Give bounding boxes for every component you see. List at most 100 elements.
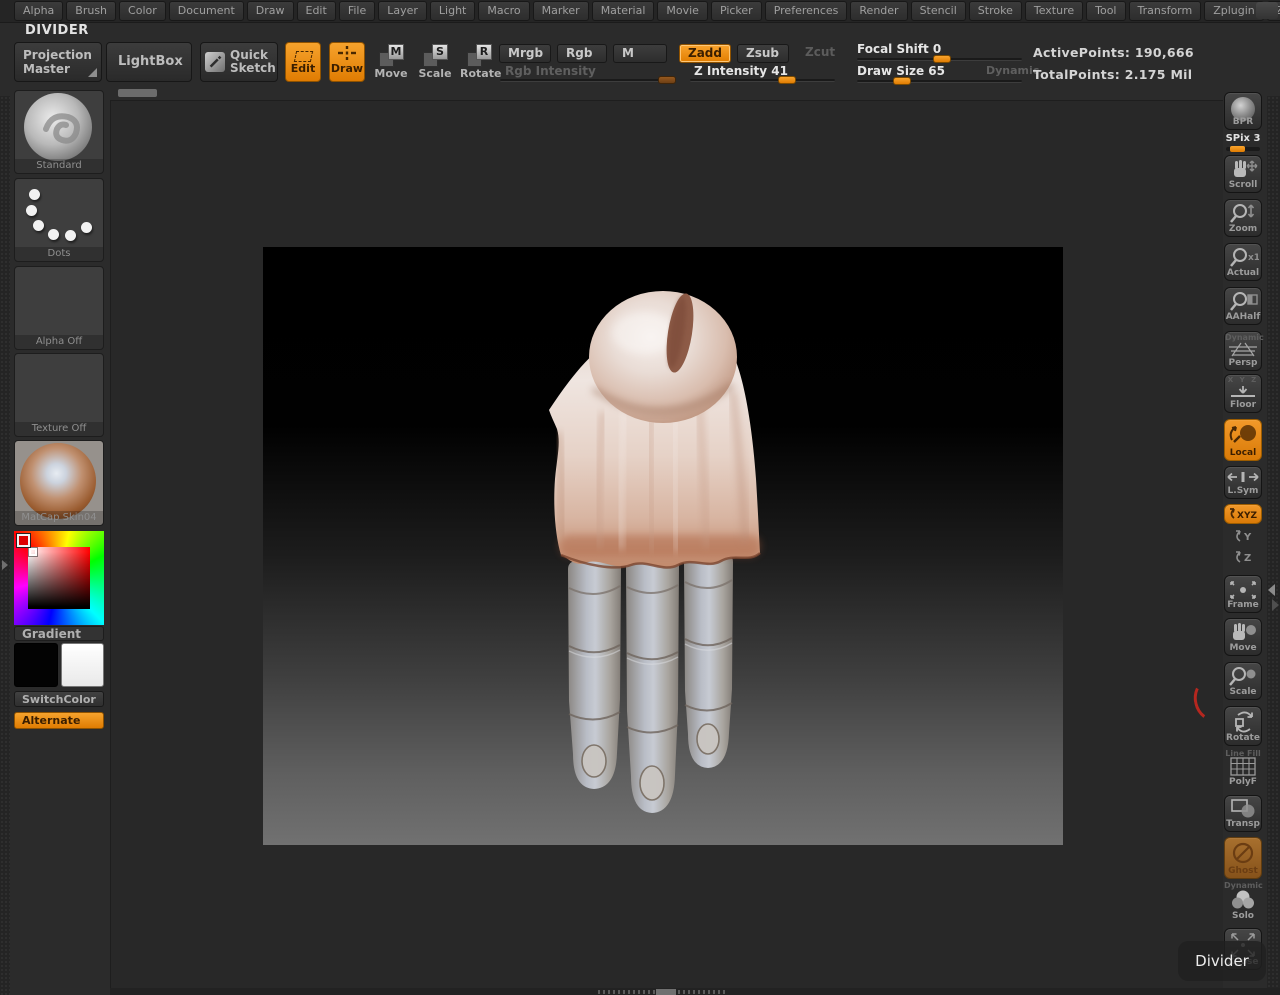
menu-render[interactable]: Render xyxy=(850,1,907,21)
alternate-button[interactable]: Alternate xyxy=(14,712,104,729)
menu-stroke[interactable]: Stroke xyxy=(969,1,1022,21)
menu-picker[interactable]: Picker xyxy=(711,1,762,21)
rotate-label: Rotate xyxy=(460,67,498,80)
m-toggle[interactable]: M xyxy=(613,44,667,63)
z-intensity-label: Z Intensity 41 xyxy=(694,64,788,78)
tray-expand-arrow-icon[interactable] xyxy=(1272,599,1279,611)
lsym-button[interactable]: L.Sym xyxy=(1224,466,1262,499)
menu-color[interactable]: Color xyxy=(119,1,166,21)
stroke-selector[interactable]: Dots xyxy=(14,178,104,262)
alpha-selector[interactable]: Alpha Off xyxy=(14,266,104,350)
rotate-z-button[interactable]: Z xyxy=(1224,549,1262,567)
active-points-readout: ActivePoints: 190,666 xyxy=(1033,45,1194,60)
spix-slider-thumb[interactable] xyxy=(1230,146,1245,152)
ghost-icon xyxy=(1229,840,1257,866)
zoom-button[interactable]: Zoom xyxy=(1224,199,1262,237)
spix-label: SPix 3 xyxy=(1224,133,1262,144)
move-mode-button[interactable]: M Move xyxy=(372,44,410,82)
tray-collapse-arrow-icon[interactable] xyxy=(1268,584,1275,596)
menu-alpha[interactable]: Alpha xyxy=(14,1,63,21)
transparency-button[interactable]: Transp xyxy=(1224,795,1262,832)
edit-mode-button[interactable]: Edit xyxy=(285,42,321,82)
rotate-3d-button[interactable]: Rotate xyxy=(1224,706,1262,746)
color-picker-sv-box[interactable] xyxy=(28,547,90,609)
mrgb-toggle[interactable]: Mrgb xyxy=(499,44,551,63)
texture-selector[interactable]: Texture Off xyxy=(14,353,104,437)
menu-zplugin[interactable]: Zplugin xyxy=(1204,1,1264,21)
scroll-button[interactable]: Scroll xyxy=(1224,155,1262,193)
move-3d-button[interactable]: Move xyxy=(1224,618,1262,656)
rgb-intensity-thumb[interactable] xyxy=(658,76,676,84)
frame-button[interactable]: Frame xyxy=(1224,575,1262,613)
bottom-scrollbar-thumb[interactable] xyxy=(656,989,676,995)
rotate-mode-button[interactable]: R Rotate xyxy=(460,44,498,82)
rotate-xyz-button[interactable]: XYZ xyxy=(1224,504,1262,524)
solo-label: Solo xyxy=(1224,911,1262,921)
zsub-toggle[interactable]: Zsub xyxy=(737,44,789,63)
menu-preferences[interactable]: Preferences xyxy=(765,1,848,21)
menu-macro[interactable]: Macro xyxy=(478,1,529,21)
polyframe-button[interactable]: PolyF xyxy=(1224,757,1262,791)
rotate-icon: R xyxy=(466,44,492,67)
left-tray-divider[interactable] xyxy=(0,96,10,995)
solo-button[interactable]: Solo xyxy=(1224,889,1262,923)
persp-button[interactable]: Dynamic Persp xyxy=(1224,331,1262,371)
bpr-render-button[interactable]: BPR xyxy=(1224,92,1262,130)
spix-slider[interactable] xyxy=(1226,147,1260,151)
brush-selector[interactable]: Standard xyxy=(14,90,104,174)
rotate-y-button[interactable]: Y xyxy=(1224,528,1262,546)
aahalf-button[interactable]: AAHalf xyxy=(1224,287,1262,325)
zadd-toggle[interactable]: Zadd xyxy=(679,44,731,63)
right-tray-divider[interactable] xyxy=(1267,96,1280,995)
draw-size-thumb[interactable] xyxy=(893,77,911,85)
scale-3d-label: Scale xyxy=(1225,687,1261,697)
menu-draw[interactable]: Draw xyxy=(247,1,294,21)
draw-mode-button[interactable]: Draw xyxy=(329,42,365,82)
zcut-toggle[interactable]: Zcut xyxy=(797,44,841,63)
scale-mode-button[interactable]: S Scale xyxy=(416,44,454,82)
marquee-icon xyxy=(293,51,312,62)
material-selector[interactable]: MatCap Skin04 xyxy=(14,440,104,526)
hand-move-icon xyxy=(1227,621,1259,645)
menu-material[interactable]: Material xyxy=(592,1,655,21)
gradient-toggle[interactable]: Gradient xyxy=(14,626,104,641)
local-button[interactable]: Local xyxy=(1224,419,1262,461)
menu-brush[interactable]: Brush xyxy=(66,1,116,21)
floor-label: Floor xyxy=(1225,400,1261,410)
switch-color-button[interactable]: SwitchColor xyxy=(14,691,104,707)
draw-size-slider[interactable] xyxy=(857,80,1022,83)
menu-tool[interactable]: Tool xyxy=(1086,1,1125,21)
quick-sketch-button[interactable]: Quick Sketch xyxy=(200,42,278,82)
actual-size-button[interactable]: x1 Actual xyxy=(1224,243,1262,281)
menu-stencil[interactable]: Stencil xyxy=(911,1,966,21)
z-intensity-thumb[interactable] xyxy=(778,76,796,84)
scale-3d-button[interactable]: Scale xyxy=(1224,662,1262,700)
menu-marker[interactable]: Marker xyxy=(533,1,589,21)
main-color-swatch[interactable] xyxy=(14,643,58,687)
focal-shift-thumb[interactable] xyxy=(933,55,951,63)
menu-edit[interactable]: Edit xyxy=(297,1,336,21)
floor-button[interactable]: X Y Z Floor xyxy=(1224,374,1262,413)
menu-transform[interactable]: Transform xyxy=(1129,1,1202,21)
menu-layer[interactable]: Layer xyxy=(378,1,427,21)
dynamic-draw-size-label: Dynamic xyxy=(986,64,1039,77)
lightbox-button[interactable]: LightBox xyxy=(106,42,192,82)
color-picker[interactable] xyxy=(14,531,104,625)
z-intensity-slider[interactable] xyxy=(690,79,835,82)
secondary-color-swatch[interactable] xyxy=(61,643,104,687)
projection-master-button[interactable]: Projection Master xyxy=(14,42,102,82)
document-scrollbar-horizontal[interactable] xyxy=(118,89,157,97)
menu-movie[interactable]: Movie xyxy=(657,1,708,21)
rgb-intensity-slider[interactable] xyxy=(500,79,676,82)
ghost-button[interactable]: Ghost xyxy=(1224,837,1262,879)
persp-dynamic-label: Dynamic xyxy=(1225,332,1261,342)
rgb-toggle[interactable]: Rgb xyxy=(557,44,607,63)
menu-document[interactable]: Document xyxy=(169,1,244,21)
focal-shift-slider[interactable] xyxy=(857,58,1022,61)
menu-texture[interactable]: Texture xyxy=(1025,1,1083,21)
pencil-icon xyxy=(205,52,225,72)
menu-light[interactable]: Light xyxy=(430,1,475,21)
tray-open-arrow-icon[interactable] xyxy=(2,560,8,570)
menu-file[interactable]: File xyxy=(339,1,375,21)
sculpt-canvas[interactable] xyxy=(263,247,1063,845)
